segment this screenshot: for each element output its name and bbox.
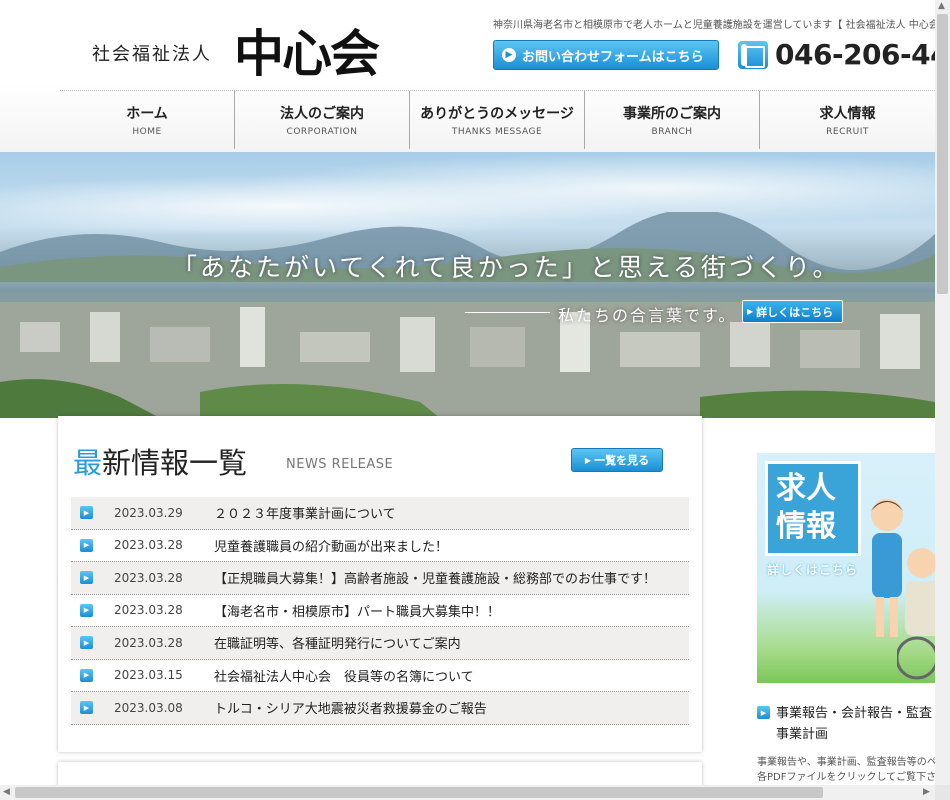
arrow-right-icon: ▶ [584, 455, 592, 465]
scroll-left-icon[interactable]: ◀ [3, 787, 10, 797]
news-item[interactable]: ▶ 2023.03.28 【正規職員大募集！】高齢者施設・児童養護施設・総務部で… [71, 562, 689, 595]
nav-item-thanks-message[interactable]: ありがとうのメッセージ THANKS MESSAGE [410, 91, 586, 149]
nav-label: ありがとうのメッセージ [420, 106, 574, 122]
scrollbar-corner [935, 785, 950, 800]
recruit-box: 求人 情報 [765, 461, 861, 556]
news-list: ▶ 2023.03.29 ２０２３年度事業計画について ▶ 2023.03.28… [71, 497, 689, 725]
report-description: 事業報告や、事業計画、監査報告等のペ 各PDFファイルをクリックしてご覧下さい [757, 755, 935, 785]
news-item[interactable]: ▶ 2023.03.15 社会福祉法人中心会 役員等の名簿について [71, 660, 689, 692]
news-item[interactable]: ▶ 2023.03.28 【海老名市・相模原市】パート職員大募集中！！ [71, 595, 689, 627]
nav-label: 求人情報 [819, 106, 876, 122]
report-desc-line1: 事業報告や、事業計画、監査報告等のペ [757, 757, 935, 768]
news-date: 2023.03.08 [114, 700, 183, 715]
nav-sublabel: RECRUIT [826, 127, 869, 137]
hero-more-button[interactable]: ▶ 詳しくはこちら [742, 300, 843, 323]
news-item[interactable]: ▶ 2023.03.28 児童養護職員の紹介動画が出来ました！ [71, 530, 689, 562]
scroll-up-icon[interactable]: ▲ [938, 1, 945, 11]
nav-item-recruit[interactable]: 求人情報 RECRUIT [760, 91, 935, 149]
nav-sublabel: CORPORATION [286, 127, 358, 137]
report-title: 事業報告・会計報告・監査 事業計画 [776, 703, 932, 745]
news-date: 2023.03.28 [114, 538, 183, 553]
hero-divider [465, 312, 550, 313]
vertical-scrollbar[interactable]: ▲ [935, 0, 950, 785]
news-item[interactable]: ▶ 2023.03.28 在職証明等、各種証明発行についてご案内 [71, 627, 689, 660]
elderly-illustration [897, 548, 935, 680]
arrow-right-icon: ▶ [80, 636, 93, 650]
view-all-news-button[interactable]: ▶ 一覧を見る [571, 448, 663, 472]
news-item[interactable]: ▶ 2023.03.29 ２０２３年度事業計画について [71, 497, 689, 530]
news-title-rest: 新情報一覧 [102, 446, 248, 480]
site-header: 社会福祉法人 中心会 神奈川県海老名市と相模原市で老人ホームと児童養護施設を運営… [0, 0, 950, 152]
nav-sublabel: THANKS MESSAGE [451, 127, 543, 137]
arrow-right-icon: ▶ [80, 701, 93, 715]
nav-label: ホーム [126, 106, 168, 122]
report-desc-line2: 各PDFファイルをクリックしてご覧下さい [757, 772, 935, 783]
horizontal-scrollbar[interactable]: ◀ ▶ [0, 785, 935, 800]
nav-item-branch[interactable]: 事業所のご案内 BRANCH [585, 91, 761, 149]
vertical-scroll-thumb[interactable] [937, 14, 948, 294]
recruit-line2: 情報 [776, 509, 836, 544]
site-logo[interactable]: 中心会 [234, 14, 380, 86]
recruit-banner[interactable]: 求人 情報 詳しくはこちら [757, 453, 935, 683]
news-link[interactable]: 【正規職員大募集！】高齢者施設・児童養護施設・総務部でのお仕事です！ [214, 568, 656, 587]
news-date: 2023.03.28 [114, 635, 183, 650]
contact-form-label: お問い合わせフォームはこちら [522, 49, 704, 65]
news-date: 2023.03.15 [114, 668, 183, 683]
news-link[interactable]: トルコ・シリア大地震被災者救援募金のご報告 [214, 698, 487, 717]
news-date: 2023.03.29 [114, 505, 183, 520]
nav-item-home[interactable]: ホーム HOME [60, 91, 236, 149]
nav-item-corporation[interactable]: 法人のご案内 CORPORATION [235, 91, 411, 149]
news-link[interactable]: 【海老名市・相模原市】パート職員大募集中！！ [214, 601, 500, 620]
scroll-right-icon[interactable]: ▶ [923, 787, 930, 797]
report-link[interactable]: ▶ 事業報告・会計報告・監査 事業計画 [757, 703, 935, 745]
nav-sublabel: HOME [132, 127, 162, 137]
news-title-en: NEWS RELEASE [286, 457, 394, 472]
news-item[interactable]: ▶ 2023.03.08 トルコ・シリア大地震被災者救援募金のご報告 [71, 692, 689, 725]
nav-sublabel: BRANCH [651, 127, 693, 137]
arrow-right-icon: ▶ [502, 48, 516, 62]
news-link[interactable]: ２０２３年度事業計画について [214, 503, 396, 522]
horizontal-scroll-thumb[interactable] [15, 787, 823, 798]
hero-banner: 「あなたがいてくれて良かった」と思える街づくり。 私たちの合言葉です。 ▶ 詳し… [0, 152, 935, 418]
news-panel: 最新情報一覧 NEWS RELEASE ▶ 一覧を見る ▶ 2023.03.29… [58, 416, 702, 752]
site-tagline: 神奈川県海老名市と相模原市で老人ホームと児童養護施設を運営しています【 社会福祉… [493, 20, 935, 31]
arrow-right-icon: ▶ [747, 307, 754, 316]
arrow-right-icon: ▶ [80, 538, 93, 552]
news-link[interactable]: 児童養護職員の紹介動画が出来ました！ [214, 536, 448, 555]
recruit-more-label: 詳しくはこちら [767, 563, 859, 577]
nav-label: 法人のご案内 [280, 106, 365, 122]
news-title: 最新情報一覧 [73, 440, 247, 482]
hero-more-label: 詳しくはこちら [756, 305, 834, 319]
news-link[interactable]: 社会福祉法人中心会 役員等の名簿について [214, 666, 474, 685]
arrow-right-icon: ▶ [757, 706, 770, 719]
news-date: 2023.03.28 [114, 570, 183, 585]
hero-subcopy: 私たちの合言葉です。 [558, 306, 737, 325]
contact-form-button[interactable]: ▶ お問い合わせフォームはこちら [493, 40, 719, 70]
phone-number[interactable]: 046-206-4422 [775, 38, 950, 71]
news-title-accent: 最 [73, 446, 103, 480]
logo-subtitle: 社会福祉法人 [92, 44, 212, 65]
hero-catchphrase: 「あなたがいてくれて良かった」と思える街づくり。 [172, 253, 841, 282]
arrow-right-icon: ▶ [80, 571, 93, 585]
arrow-right-icon: ▶ [80, 668, 93, 682]
report-title-line2: 事業計画 [776, 727, 829, 742]
news-date: 2023.03.28 [114, 603, 183, 618]
phone-icon [738, 41, 768, 69]
report-title-line1: 事業報告・会計報告・監査 [776, 706, 933, 721]
arrow-right-icon: ▶ [80, 603, 93, 617]
recruit-line1: 求人 [776, 471, 836, 506]
arrow-right-icon: ▶ [80, 506, 93, 520]
global-nav: ホーム HOME 法人のご案内 CORPORATION ありがとうのメッセージ … [60, 90, 935, 149]
view-all-label: 一覧を見る [594, 454, 650, 467]
nav-label: 事業所のご案内 [623, 106, 722, 122]
news-link[interactable]: 在職証明等、各種証明発行についてご案内 [214, 633, 461, 652]
